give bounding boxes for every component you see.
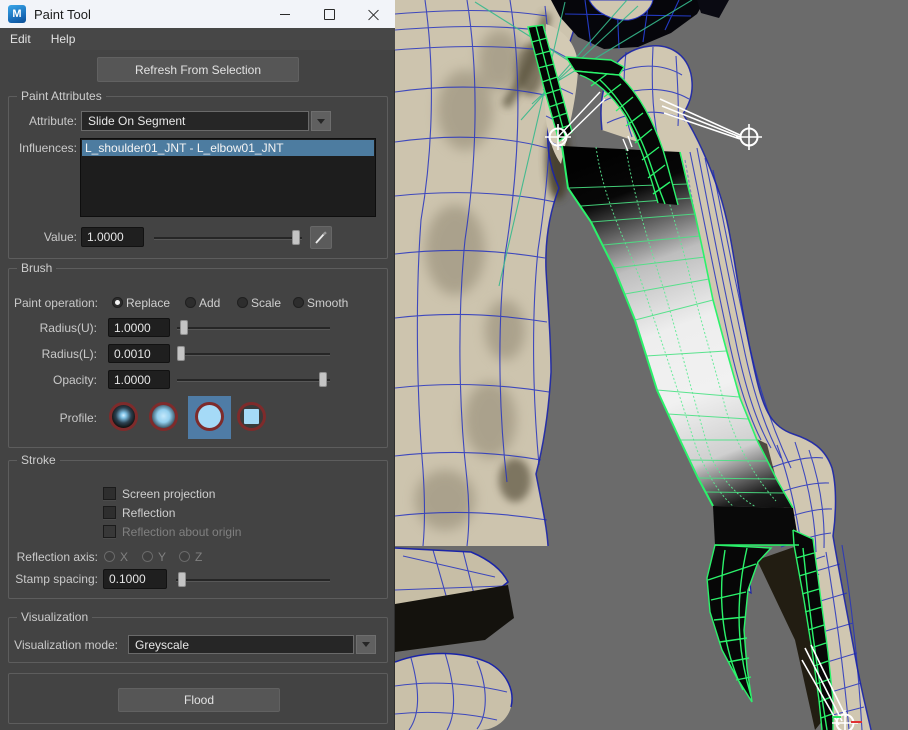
screen-projection-checkbox[interactable] xyxy=(103,487,116,500)
window-title: Paint Tool xyxy=(34,7,91,22)
chevron-down-icon xyxy=(362,642,370,647)
axis-z-label: Z xyxy=(195,550,202,564)
radio-smooth[interactable] xyxy=(293,297,304,308)
radius-u-slider-track[interactable] xyxy=(177,327,330,330)
attribute-label: Attribute: xyxy=(0,114,77,129)
radio-add[interactable] xyxy=(185,297,196,308)
menu-help[interactable]: Help xyxy=(41,28,86,50)
radius-l-field[interactable] xyxy=(108,344,170,363)
value-slider-handle[interactable] xyxy=(292,230,300,245)
radius-l-slider-track[interactable] xyxy=(177,353,330,356)
axis-x-label: X xyxy=(120,550,128,564)
value-label: Value: xyxy=(0,230,77,245)
window-controls xyxy=(263,0,395,28)
refresh-from-selection-button[interactable]: Refresh From Selection xyxy=(97,57,299,82)
attribute-dropdown[interactable]: Slide On Segment xyxy=(81,111,309,131)
radio-scale-label[interactable]: Scale xyxy=(251,296,281,310)
reflection-about-origin-label: Reflection about origin xyxy=(122,525,241,539)
viewport-render xyxy=(395,0,908,730)
opacity-field[interactable] xyxy=(108,370,170,389)
attribute-dropdown-arrow[interactable] xyxy=(311,111,331,131)
radius-u-slider-handle[interactable] xyxy=(180,320,188,335)
chevron-down-icon xyxy=(317,119,325,124)
close-button[interactable] xyxy=(351,0,395,28)
paint-attributes-title: Paint Attributes xyxy=(17,89,106,103)
titlebar: M Paint Tool xyxy=(0,0,395,28)
radio-add-label[interactable]: Add xyxy=(199,296,220,310)
profile-label: Profile: xyxy=(0,411,97,426)
visualization-mode-dropdown[interactable]: Greyscale xyxy=(128,635,354,654)
flood-button[interactable]: Flood xyxy=(118,688,280,712)
radius-l-label: Radius(L): xyxy=(0,347,97,362)
axis-z-radio xyxy=(179,551,190,562)
screen-projection-label[interactable]: Screen projection xyxy=(122,487,215,501)
stamp-spacing-slider-track[interactable] xyxy=(176,579,330,582)
opacity-slider-handle[interactable] xyxy=(319,372,327,387)
menubar: Edit Help xyxy=(0,28,395,51)
opacity-slider-track[interactable] xyxy=(177,379,330,382)
visualization-mode-arrow[interactable] xyxy=(356,635,376,654)
paint-operation-label: Paint operation: xyxy=(0,296,98,311)
maximize-icon xyxy=(324,9,335,20)
axis-x-radio xyxy=(104,551,115,562)
influence-item-selected[interactable]: L_shoulder01_JNT - L_elbow01_JNT xyxy=(82,140,374,156)
opacity-label: Opacity: xyxy=(0,373,97,388)
stamp-spacing-label: Stamp spacing: xyxy=(0,572,98,587)
viewport-3d[interactable] xyxy=(395,0,908,730)
menu-edit[interactable]: Edit xyxy=(0,28,41,50)
maximize-button[interactable] xyxy=(307,0,351,28)
radius-u-label: Radius(U): xyxy=(0,321,97,336)
reflection-label[interactable]: Reflection xyxy=(122,506,175,520)
radio-smooth-label[interactable]: Smooth xyxy=(307,296,348,310)
reflection-checkbox[interactable] xyxy=(103,506,116,519)
maya-app-icon: M xyxy=(8,5,26,23)
profile-solid-icon[interactable] xyxy=(195,402,224,431)
stamp-spacing-field[interactable] xyxy=(103,569,167,589)
axis-y-radio xyxy=(142,551,153,562)
profile-soft-icon[interactable] xyxy=(149,402,178,431)
value-slider-track[interactable] xyxy=(154,237,302,240)
reflection-about-origin-checkbox xyxy=(103,525,116,538)
stroke-title: Stroke xyxy=(17,453,60,467)
minimize-icon xyxy=(280,14,290,15)
close-icon xyxy=(368,9,379,20)
influences-list[interactable]: L_shoulder01_JNT - L_elbow01_JNT xyxy=(80,138,376,217)
reflection-axis-label: Reflection axis: xyxy=(0,550,98,565)
paint-tool-window: M Paint Tool Edit Help Refresh From Sele… xyxy=(0,0,908,730)
influences-label: Influences: xyxy=(0,141,77,156)
radius-l-slider-handle[interactable] xyxy=(177,346,185,361)
value-field[interactable] xyxy=(81,227,144,247)
radio-replace[interactable] xyxy=(112,297,123,308)
visualization-title: Visualization xyxy=(17,610,92,624)
pencil-icon xyxy=(314,231,328,245)
axis-y-label: Y xyxy=(158,550,166,564)
visualization-mode-label: Visualization mode: xyxy=(0,638,118,653)
brush-title: Brush xyxy=(17,261,56,275)
profile-square-icon[interactable] xyxy=(237,402,266,431)
minimize-button[interactable] xyxy=(263,0,307,28)
radio-replace-label[interactable]: Replace xyxy=(126,296,170,310)
radio-scale[interactable] xyxy=(237,297,248,308)
tool-panel: Refresh From Selection Paint Attributes … xyxy=(0,50,395,730)
value-pencil-button[interactable] xyxy=(310,226,332,249)
radius-u-field[interactable] xyxy=(108,318,170,337)
stamp-spacing-slider-handle[interactable] xyxy=(178,572,186,587)
profile-gaussian-icon[interactable] xyxy=(109,402,138,431)
